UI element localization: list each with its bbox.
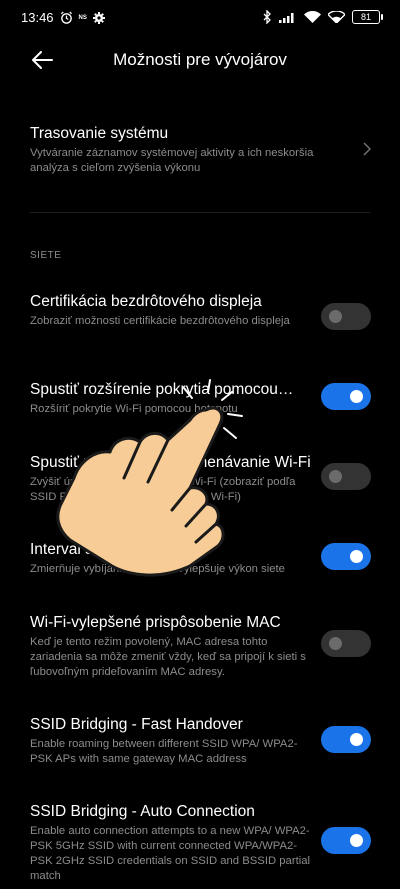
signal-icon [279,13,294,23]
wireless-display-certification-toggle[interactable] [321,303,371,330]
system-tracing-title: Trasovanie systému [30,125,169,142]
item-subtitle: Enable roaming between different SSID WP… [30,738,298,765]
wifi-mac-randomization-toggle[interactable] [321,630,371,657]
item-subtitle: Enable auto connection attempts to a new… [30,825,311,882]
wifi-icon [304,11,321,23]
system-tracing-subtitle: Vytváranie záznamov systémovej aktivity … [30,147,314,174]
item-title: SSID Bridging - Auto Connection [30,803,255,820]
item-title: SSID Bridging - Fast Handover [30,716,243,733]
toggle-knob [350,834,363,847]
toggle-knob [329,310,342,323]
toggle-knob [350,390,363,403]
toggle-knob [350,550,363,563]
item-title: Interval skenovania Wi-Fi [30,541,205,558]
item-subtitle: Zobraziť možnosti certifikácie bezdrôtov… [30,315,290,327]
page-title: Možnosti pre vývojárov [113,50,287,69]
battery-icon: 81 [352,10,383,24]
item-subtitle: Keď je tento režim povolený, MAC adresa … [30,636,306,678]
ns-indicator: NS [78,14,87,21]
settings-gear-icon [92,11,105,24]
header: Možnosti pre vývojárov [0,36,400,84]
alarm-icon [60,11,72,24]
coverage-extension-row[interactable]: Spustiť rozšírenie pokrytia pomocou… Roz… [30,380,305,417]
item-title: Spustiť rozšírenie pokrytia pomocou… [30,381,294,398]
wifi-secondary-icon [328,11,345,23]
ssid-bridging-fast-handover-toggle[interactable] [321,726,371,753]
verbose-wifi-logging-row[interactable]: Spustiť podrobné zaznamenávanie Wi-Fi Zv… [30,453,315,505]
section-header-networks: SIETE [30,250,62,261]
system-tracing-row[interactable]: Trasovanie systému Vytváranie záznamov s… [30,124,350,176]
toggle-knob [350,733,363,746]
item-title: Wi-Fi-vylepšené prispôsobenie MAC [30,614,281,631]
bluetooth-icon [263,10,271,24]
wifi-scan-throttling-toggle[interactable] [321,543,371,570]
toggle-knob [329,637,342,650]
coverage-extension-toggle[interactable] [321,383,371,410]
toggle-knob [329,470,342,483]
wireless-display-certification-row[interactable]: Certifikácia bezdrôtového displeja Zobra… [30,292,330,329]
wifi-scan-throttling-row[interactable]: Interval skenovania Wi-Fi Zmierňuje vybí… [30,540,315,577]
item-title: Spustiť podrobné zaznamenávanie Wi-Fi [30,454,311,471]
wifi-mac-randomization-row[interactable]: Wi-Fi-vylepšené prispôsobenie MAC Keď je… [30,613,312,680]
status-right: 81 [263,10,383,24]
item-title: Certifikácia bezdrôtového displeja [30,293,262,310]
divider [30,212,370,213]
item-subtitle: Zmierňuje vybíjanie batérie a vylepšuje … [30,563,285,575]
item-subtitle: Rozšíriť pokrytie Wi-Fi pomocou hotspotu [30,403,238,415]
chevron-right-icon[interactable] [362,141,372,157]
ssid-bridging-auto-connection-row[interactable]: SSID Bridging - Auto Connection Enable a… [30,802,315,884]
status-bar: 13:46 NS 81 [0,0,400,36]
ssid-bridging-auto-connection-toggle[interactable] [321,827,371,854]
status-time: 13:46 [21,10,54,25]
item-subtitle: Zvýšiť úroveň zaznamenávania Wi-Fi (zobr… [30,476,296,503]
ssid-bridging-fast-handover-row[interactable]: SSID Bridging - Fast Handover Enable roa… [30,715,312,767]
status-left: 13:46 NS [21,10,105,25]
verbose-wifi-logging-toggle[interactable] [321,463,371,490]
